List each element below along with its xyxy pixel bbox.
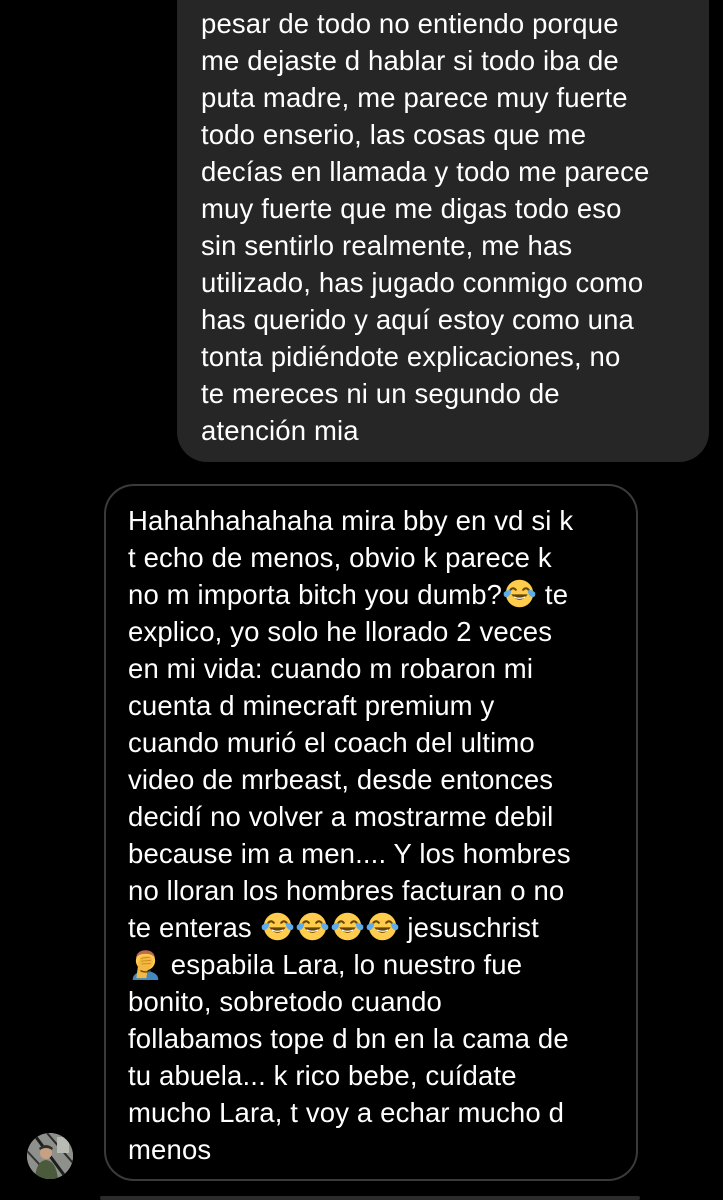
message-line: t echo de menos, obvio k parece k [128,542,552,573]
sent-message-text: pesar de todo no entiendo porque me deja… [201,5,649,449]
message-line: en mi vida: cuando m robaron mi [128,653,534,684]
tears-of-joy-emoji-icon [296,912,328,941]
message-text: espabila Lara, lo nuestro fue [163,949,523,980]
message-line: has querido y aquí estoy como una [201,304,634,335]
message-line: atención mia [201,415,359,446]
message-line: todo enserio, las cosas que me [201,119,587,150]
tears-of-joy-emoji-icon [331,912,363,941]
message-line: sin sentirlo realmente, me has [201,230,573,261]
message-line: video de mrbeast, desde entonces [128,764,554,795]
tears-of-joy-emoji-icon [503,579,536,608]
message-line: te mereces ni un segundo de [201,378,560,409]
message-line: muy fuerte que me digas todo eso [201,193,622,224]
message-line: puta madre, me parece muy fuerte [201,82,628,113]
received-message-bubble[interactable]: Hahahhahahaha mira bby en vd si k t echo… [104,484,638,1181]
message-line: espabila Lara, lo nuestro fue [128,946,573,983]
chat-thread: pesar de todo no entiendo porque me deja… [0,0,723,1200]
message-line: tonta pidiéndote explicaciones, no [201,341,621,372]
message-line: bonito, sobretodo cuando [128,986,442,1017]
received-message-text: Hahahhahahaha mira bby en vd si k t echo… [128,502,573,1168]
avatar-photo-icon [27,1133,73,1179]
message-line: pesar de todo no entiendo porque [201,8,619,39]
sender-avatar[interactable] [27,1133,73,1179]
sent-message-bubble[interactable]: pesar de todo no entiendo porque me deja… [177,0,709,462]
tears-of-joy-emoji-icon [261,912,293,941]
message-line: decidí no volver a mostrarme debil [128,801,554,832]
message-text: jesuschrist [399,912,539,943]
man-facepalming-emoji-icon [132,950,159,980]
message-line: tu abuela... k rico bebe, cuídate [128,1060,517,1091]
composer-edge [100,1196,640,1200]
message-line: explico, yo solo he llorado 2 veces [128,616,553,647]
message-line: no lloran los hombres facturan o no [128,875,565,906]
message-text: te [537,579,569,610]
message-text: te enteras [128,912,260,943]
tears-of-joy-emoji-icon [366,912,398,941]
message-line: Hahahhahahaha mira bby en vd si k [128,505,574,536]
message-line: utilizado, has jugado conmigo como [201,267,644,298]
message-line: because im a men.... Y los hombres [128,838,571,869]
message-line: te enteras jesuschrist [128,909,573,946]
message-line: follabamos tope d bn en la cama de [128,1023,569,1054]
message-line: me dejaste d hablar si todo iba de [201,45,619,76]
message-line: menos [128,1134,212,1165]
message-line: cuando murió el coach del ultimo [128,727,535,758]
message-line: cuenta d minecraft premium y [128,690,495,721]
message-text: no m importa bitch you dumb? [128,579,503,610]
message-line: decías en llamada y todo me parece [201,156,650,187]
message-line: mucho Lara, t voy a echar mucho d [128,1097,565,1128]
message-line: no m importa bitch you dumb? te [128,576,573,613]
